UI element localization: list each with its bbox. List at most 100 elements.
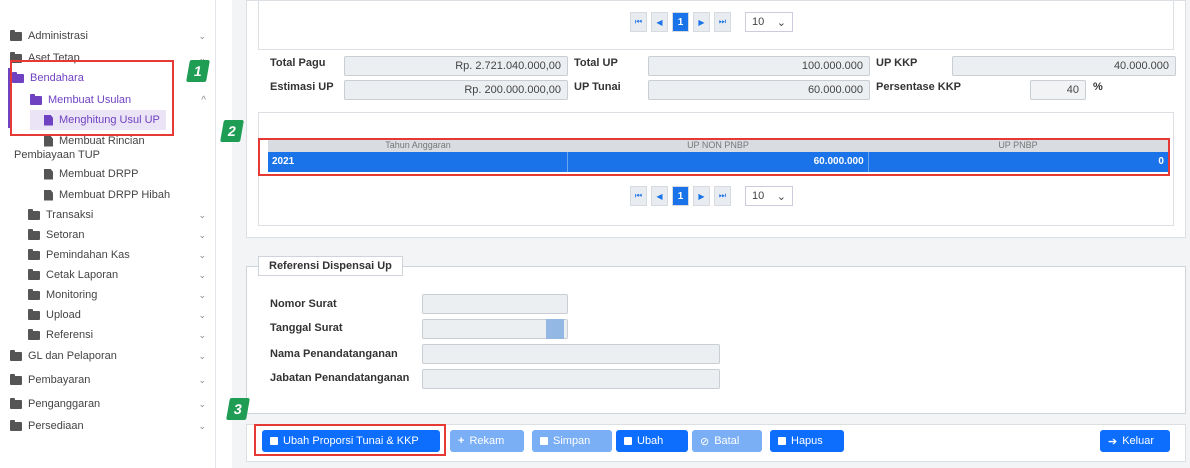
sidebar-item-label: Pemindahan Kas <box>46 249 130 261</box>
sidebar-item-label: Administrasi <box>28 30 88 42</box>
edit-icon <box>624 437 632 445</box>
step-badge-1: 1 <box>186 60 210 82</box>
hapus-button[interactable]: Hapus <box>770 430 844 452</box>
page-1-button[interactable]: 1 <box>672 12 689 32</box>
chevron-down-icon: ⌄ <box>198 30 206 41</box>
highlight-box-1 <box>10 60 174 136</box>
folder-icon <box>10 29 22 41</box>
folder-icon <box>10 397 22 409</box>
keluar-button[interactable]: ➔ Keluar <box>1100 430 1170 452</box>
plus-icon: + <box>458 435 465 447</box>
sidebar-item-pemindahan-kas[interactable]: Pemindahan Kas ⌄ <box>0 245 214 265</box>
up-tunai-label: UP Tunai <box>574 81 621 93</box>
batal-button[interactable]: ⊘ Batal <box>692 430 762 452</box>
page-size-select[interactable]: 10 ⌄ <box>745 186 793 206</box>
top-pager: ⏮ ◀ 1 ▶ ⏭ 10 ⌄ <box>630 12 793 32</box>
chevron-down-icon: ⌄ <box>198 309 206 320</box>
sidebar-item-upload[interactable]: Upload ⌄ <box>0 305 214 325</box>
sidebar-item-pembiayaan-tup[interactable]: Pembiayaan TUP <box>0 148 214 162</box>
sidebar-item-label: Membuat DRPP <box>59 168 139 180</box>
sidebar-item-monitoring[interactable]: Monitoring ⌄ <box>0 285 214 305</box>
dispensasi-legend: Referensi Dispensai Up <box>258 256 403 276</box>
chevron-down-icon: ⌄ <box>198 249 206 260</box>
sidebar-item-label: Penganggaran <box>28 398 101 410</box>
folder-icon <box>10 419 22 431</box>
sidebar-item-membuat-drpp-hibah[interactable]: Membuat DRPP Hibah <box>0 185 214 205</box>
sidebar-item-administrasi[interactable]: Administrasi ⌄ <box>0 26 214 46</box>
highlight-box-2 <box>258 138 1170 176</box>
estimasi-up-label: Estimasi UP <box>270 81 334 93</box>
nama-penandatangan-label: Nama Penandatanganan <box>270 348 398 360</box>
highlight-box-3 <box>254 424 446 456</box>
page-size-value: 10 <box>752 190 765 202</box>
persentase-kkp-label: Persentase KKP <box>876 81 961 93</box>
ubah-button[interactable]: Ubah <box>616 430 688 452</box>
sidebar-item-label: Monitoring <box>46 289 98 301</box>
rekam-button[interactable]: + Rekam <box>450 430 524 452</box>
chevron-down-icon: ⌄ <box>198 289 206 300</box>
document-icon <box>44 168 53 180</box>
chevron-down-icon: ⌄ <box>776 16 786 29</box>
last-page-button[interactable]: ⏭ <box>714 12 731 32</box>
sidebar-item-label: Upload <box>46 309 81 321</box>
folder-icon <box>28 228 40 240</box>
sidebar-item-label: Transaksi <box>46 209 94 221</box>
sidebar-item-label: Pembayaran <box>28 374 91 386</box>
sidebar-item-membuat-drpp[interactable]: Membuat DRPP <box>0 164 214 184</box>
dispensasi-fieldset <box>246 266 1186 414</box>
total-up-label: Total UP <box>574 57 618 69</box>
folder-icon <box>28 328 40 340</box>
folder-icon <box>10 373 22 385</box>
up-kkp-field: 40.000.000 <box>952 56 1176 76</box>
page-size-value: 10 <box>752 16 765 28</box>
sidebar-item-label: Cetak Laporan <box>46 269 119 281</box>
first-page-button[interactable]: ⏮ <box>630 12 647 32</box>
chevron-down-icon: ⌄ <box>198 398 206 409</box>
folder-icon <box>28 308 40 320</box>
simpan-button[interactable]: Simpan <box>532 430 612 452</box>
chevron-down-icon: ⌄ <box>198 420 206 431</box>
chevron-down-icon: ⌄ <box>198 209 206 220</box>
sidebar-item-penganggaran[interactable]: Penganggaran ⌄ <box>0 394 214 414</box>
sidebar-item-setoran[interactable]: Setoran ⌄ <box>0 225 214 245</box>
ubah-label: Ubah <box>637 435 664 447</box>
keluar-label: Keluar <box>1122 435 1155 447</box>
estimasi-up-field: Rp. 200.000.000,00 <box>344 80 568 100</box>
sidebar-item-label: Membuat DRPP Hibah <box>59 189 171 201</box>
nomor-surat-input[interactable] <box>422 294 568 314</box>
app-root: Administrasi ⌄ Aset Tetap ⌄ Bendahara Me… <box>0 0 1190 468</box>
chevron-down-icon: ⌄ <box>198 229 206 240</box>
sidebar-item-label: Setoran <box>46 229 85 241</box>
last-page-button[interactable]: ⏭ <box>714 186 731 206</box>
sidebar-item-cetak-laporan[interactable]: Cetak Laporan ⌄ <box>0 265 214 285</box>
sidebar-item-gl-dan-pelaporan[interactable]: GL dan Pelaporan ⌄ <box>0 346 214 366</box>
nomor-surat-label: Nomor Surat <box>270 298 337 310</box>
sidebar-item-membuat-rincian[interactable]: Membuat Rincian <box>0 134 214 148</box>
next-page-button[interactable]: ▶ <box>693 12 710 32</box>
persentase-kkp-field[interactable]: 40 <box>1030 80 1086 100</box>
document-icon <box>44 135 53 147</box>
prev-page-button[interactable]: ◀ <box>651 186 668 206</box>
save-icon <box>540 437 548 445</box>
batal-label: Batal <box>714 435 740 447</box>
percent-sign: % <box>1093 81 1103 93</box>
sidebar-item-transaksi[interactable]: Transaksi ⌄ <box>0 205 214 225</box>
sidebar-item-referensi[interactable]: Referensi ⌄ <box>0 325 214 345</box>
tanggal-surat-label: Tanggal Surat <box>270 322 343 334</box>
total-pagu-label: Total Pagu <box>270 57 326 69</box>
folder-icon <box>28 268 40 280</box>
sidebar-item-pembayaran[interactable]: Pembayaran ⌄ <box>0 370 214 390</box>
page-size-select[interactable]: 10 ⌄ <box>745 12 793 32</box>
sidebar-item-label: Membuat Rincian <box>59 135 145 147</box>
prev-page-button[interactable]: ◀ <box>651 12 668 32</box>
up-tunai-field: 60.000.000 <box>648 80 870 100</box>
next-page-button[interactable]: ▶ <box>693 186 710 206</box>
step-badge-2: 2 <box>220 120 244 142</box>
first-page-button[interactable]: ⏮ <box>630 186 647 206</box>
calendar-icon[interactable] <box>546 319 564 339</box>
table-pager: ⏮ ◀ 1 ▶ ⏭ 10 ⌄ <box>630 186 793 206</box>
nama-penandatangan-input[interactable] <box>422 344 720 364</box>
page-1-button[interactable]: 1 <box>672 186 689 206</box>
sidebar-item-persediaan[interactable]: Persediaan ⌄ <box>0 416 214 436</box>
jabatan-penandatangan-input[interactable] <box>422 369 720 389</box>
